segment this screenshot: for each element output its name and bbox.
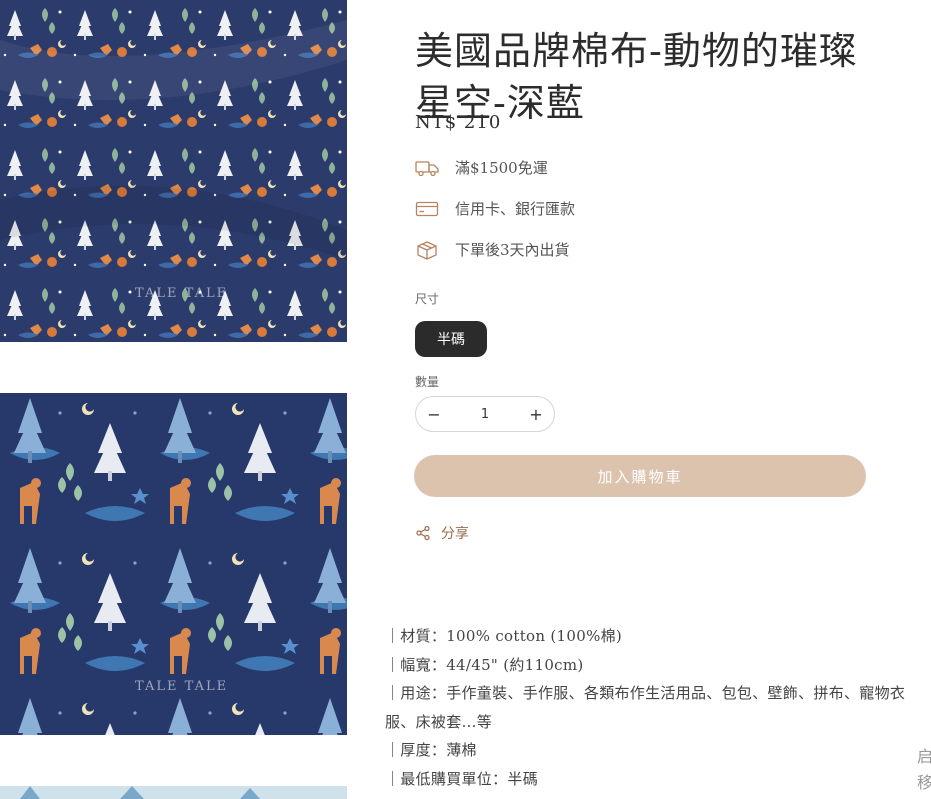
- quantity-label: 數量: [415, 375, 440, 389]
- quantity-increase-button[interactable]: +: [518, 405, 554, 424]
- shipping-info: 滿$1500免運: [415, 157, 548, 178]
- package-box-icon: [415, 240, 439, 260]
- quantity-value[interactable]: 1: [452, 407, 518, 422]
- side-floating-tag[interactable]: 启 移: [917, 744, 931, 796]
- side-tag-char-1: 启: [917, 747, 931, 766]
- size-label: 尺寸: [415, 292, 440, 306]
- watermark-text: TALE TALE: [135, 679, 228, 694]
- delivery-info: 下單後3天內出貨: [415, 239, 570, 260]
- share-button[interactable]: 分享: [415, 523, 469, 543]
- payment-info: 信用卡、銀行匯款: [415, 198, 575, 219]
- description-line-thickness: ｜厚度：薄棉: [385, 741, 477, 760]
- payment-text: 信用卡、銀行匯款: [455, 200, 576, 218]
- product-image-3[interactable]: [0, 786, 347, 799]
- quantity-stepper: − 1 +: [415, 396, 555, 432]
- description-line-material: ｜材質：100% cotton (100%棉): [385, 627, 623, 645]
- share-icon: [416, 525, 430, 541]
- size-option-half-yard[interactable]: 半碼: [415, 321, 487, 357]
- add-to-cart-button[interactable]: 加入購物車: [414, 455, 866, 497]
- truck-icon: [415, 158, 439, 178]
- side-tag-char-2: 移: [917, 773, 931, 792]
- description-line-min-unit: ｜最低購買單位：半碼: [385, 769, 539, 788]
- description-line-width: ｜幅寬：44/45" (約110cm): [385, 655, 584, 674]
- product-title-line-1: 美國品牌棉布-動物的璀璨: [415, 29, 858, 74]
- description-line-usage: ｜用途：手作童裝、手作服、各類布作生活用品、包包、壁飾、拼布、寵物衣服、床被套……: [385, 684, 906, 731]
- product-image-1[interactable]: TALE TALE: [0, 0, 347, 342]
- product-description: ｜材質：100% cotton (100%棉) ｜幅寬：44/45" (約110…: [385, 622, 925, 794]
- product-price: NT$ 210: [415, 112, 502, 133]
- credit-card-icon: [415, 199, 439, 219]
- watermark-text: TALE TALE: [135, 286, 228, 301]
- quantity-decrease-button[interactable]: −: [416, 405, 452, 424]
- shipping-text: 滿$1500免運: [455, 159, 548, 177]
- product-image-2[interactable]: TALE TALE: [0, 393, 347, 735]
- share-label: 分享: [441, 526, 469, 542]
- delivery-text: 下單後3天內出貨: [455, 241, 570, 259]
